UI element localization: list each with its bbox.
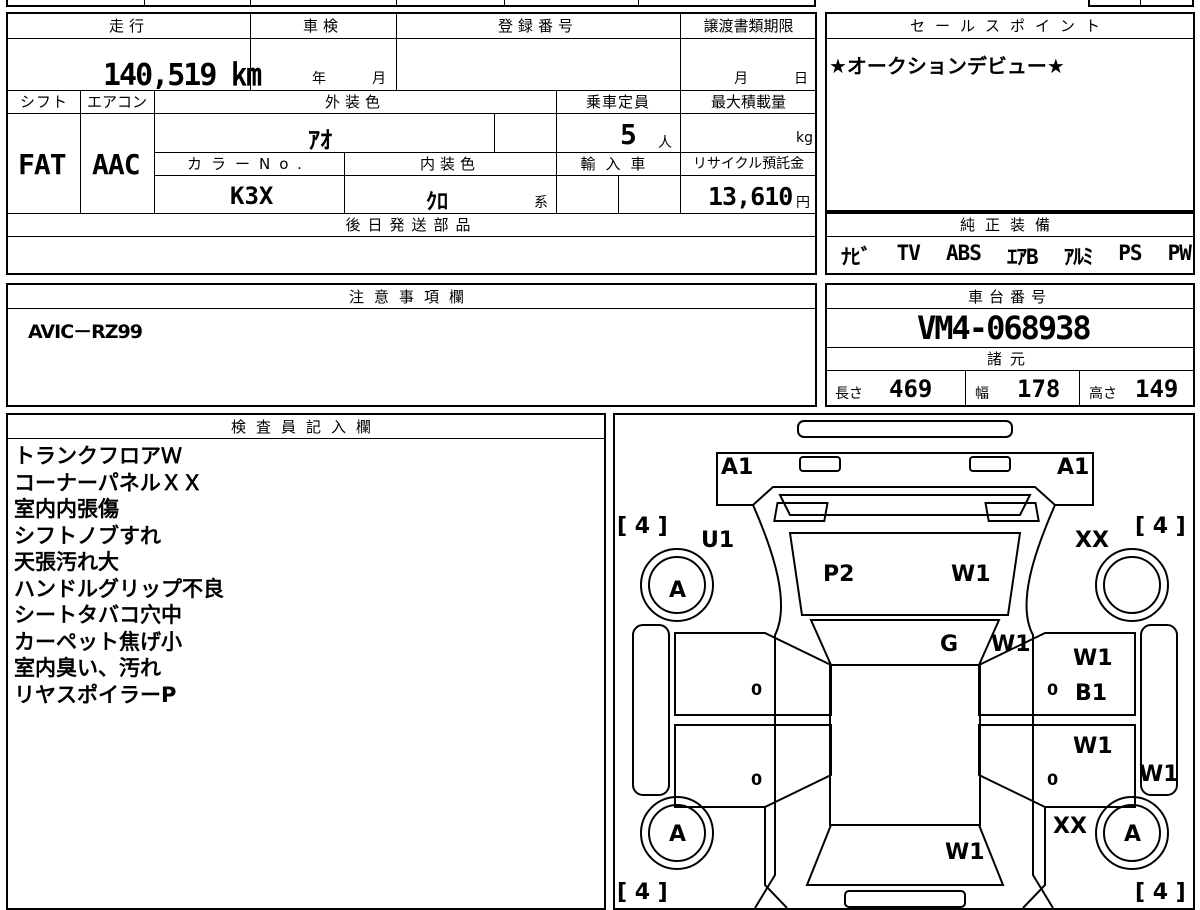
equipment-item: TV <box>896 241 921 265</box>
interior-color-value: ｸﾛ <box>426 190 449 215</box>
capacity-header: 乗車定員 <box>585 93 650 111</box>
max-load-header: 最大積載量 <box>710 93 786 111</box>
sales-point-text: ★オークションデビュー★ <box>829 54 1065 78</box>
mark-u1: U1 <box>701 528 734 553</box>
recycle-value: 13,610 <box>708 182 793 211</box>
mark-tire-tl: A <box>669 578 686 603</box>
inspector-line: 室内臭い、汚れ <box>14 656 161 680</box>
inspection-header: 車検 <box>302 17 343 35</box>
interior-color-suffix: 系 <box>534 195 548 211</box>
sales-point-box: セールスポイント ★オークションデビュー★ <box>825 12 1195 212</box>
mark-tire-br: A <box>1124 822 1141 847</box>
aircon-value: AAC <box>92 148 141 181</box>
equipment-list: ﾅﾋﾞ TV ABS ｴｱB ｱﾙﾐ PS PW <box>841 241 1192 271</box>
shift-header: シフト <box>19 93 68 111</box>
mark-p2: P2 <box>823 562 854 587</box>
width-label: 幅 <box>975 386 989 402</box>
equipment-item: ABS <box>945 241 982 265</box>
notes-header: 注意事項欄 <box>348 288 474 306</box>
interior-color-header: 内装色 <box>419 155 480 173</box>
import-header: 輸入車 <box>580 155 656 173</box>
notes-box: 注意事項欄 AVIC－RZ99 <box>6 283 817 407</box>
inspector-line: ハンドルグリップ不良 <box>14 576 224 601</box>
equipment-header: 純正装備 <box>959 216 1060 234</box>
tire-label-bl: [ 4 ] <box>617 880 668 905</box>
mark-g: G <box>940 632 958 657</box>
door-zero: 0 <box>1047 770 1058 789</box>
deadline-day-unit: 日 <box>794 71 808 87</box>
max-load-unit: kg <box>796 130 813 146</box>
width-value: 178 <box>1017 375 1061 403</box>
top-cut-strip <box>6 0 816 7</box>
mark-a1-right: A1 <box>1057 455 1089 480</box>
shift-value: FAT <box>18 148 67 181</box>
inspector-line: シートタバコ穴中 <box>14 603 182 627</box>
later-parts-header: 後日発送部品 <box>345 216 478 234</box>
inspector-box: 検査員記入欄 トランクフロアＷ コーナーパネルＸＸ 室内内張傷 シフトノブすれ … <box>6 413 606 910</box>
equipment-item: ｴｱB <box>1006 245 1039 269</box>
inspector-line: コーナーパネルＸＸ <box>14 470 203 495</box>
color-no-header: カラーNo. <box>187 155 311 173</box>
capacity-value: 5 <box>620 118 637 151</box>
door-zero: 0 <box>751 770 762 789</box>
equipment-item: ｱﾙﾐ <box>1063 245 1093 269</box>
mileage-header: 走行 <box>108 17 149 35</box>
inspector-line: カーペット焦げ小 <box>14 629 182 654</box>
deadline-month-unit: 月 <box>734 71 748 87</box>
capacity-unit: 人 <box>658 135 672 151</box>
length-value: 469 <box>889 375 933 403</box>
length-label: 長さ <box>835 386 863 402</box>
aircon-header: エアコン <box>86 93 147 111</box>
recycle-header: リサイクル預託金 <box>692 156 805 172</box>
tire-label-tr: [ 4 ] <box>1135 514 1186 539</box>
mark-w1-bottom: W1 <box>945 840 985 865</box>
equipment-item: PW <box>1167 241 1192 265</box>
mark-xx-bottom: XX <box>1053 814 1087 839</box>
mark-w1-right-door2: W1 <box>1073 734 1113 759</box>
height-value: 149 <box>1135 375 1179 403</box>
tire-label-tl: [ 4 ] <box>617 514 668 539</box>
door-zero: 0 <box>751 680 762 699</box>
inspection-month-unit: 月 <box>372 71 386 87</box>
mileage-value: 140,519 ㎞ <box>103 58 261 93</box>
mark-w1-right-door1: W1 <box>1073 646 1113 671</box>
notes-text: AVIC－RZ99 <box>28 321 143 343</box>
exterior-color-header: 外装色 <box>324 93 385 111</box>
equipment-box: 純正装備 ﾅﾋﾞ TV ABS ｴｱB ｱﾙﾐ PS PW <box>825 212 1195 275</box>
car-diagram: [ 4 ] [ 4 ] [ 4 ] [ 4 ] 0 0 0 0 A1 A1 U1… <box>617 420 1186 908</box>
mark-w1-roof: W1 <box>951 562 991 587</box>
recycle-unit: 円 <box>796 195 810 211</box>
mark-a1-left: A1 <box>721 455 753 480</box>
tire-label-br: [ 4 ] <box>1135 880 1186 905</box>
exterior-color-value: ｱｵ <box>308 126 332 154</box>
chassis-header: 車台番号 <box>967 288 1052 306</box>
mark-w1-windshield: W1 <box>991 632 1031 657</box>
mark-tire-bl: A <box>669 822 686 847</box>
specs-header: 諸元 <box>986 350 1033 368</box>
inspector-header: 検査員記入欄 <box>230 418 381 436</box>
chassis-box: 車台番号 VM4-068938 諸元 長さ 469 幅 178 高さ 149 <box>825 283 1195 407</box>
color-no-value: K3X <box>230 182 274 210</box>
transfer-deadline-header: 譲渡書類期限 <box>703 17 794 35</box>
inspector-line: 室内内張傷 <box>14 497 119 521</box>
equipment-item: ﾅﾋﾞ <box>841 245 871 269</box>
mark-b1: B1 <box>1075 681 1107 706</box>
inspection-year-unit: 年 <box>312 71 326 87</box>
sales-point-header: セールスポイント <box>909 17 1110 35</box>
main-info-table: 走行 車検 登録番号 譲渡書類期限 140,519 ㎞ 年 月 月 日 シフト … <box>6 12 817 275</box>
mark-xx-top: XX <box>1075 528 1109 553</box>
chassis-number: VM4-068938 <box>917 309 1092 347</box>
inspector-line: トランクフロアＷ <box>14 444 182 468</box>
inspector-line: シフトノブすれ <box>14 523 161 548</box>
height-label: 高さ <box>1089 386 1117 402</box>
mark-w1-side: W1 <box>1139 762 1179 787</box>
inspector-line: 天張汚れ大 <box>14 550 119 574</box>
registration-header: 登録番号 <box>497 17 578 35</box>
car-diagram-box: [ 4 ] [ 4 ] [ 4 ] [ 4 ] 0 0 0 0 A1 A1 U1… <box>613 413 1195 910</box>
top-cut-strip-right <box>1088 0 1194 7</box>
door-zero: 0 <box>1047 680 1058 699</box>
inspector-line: リヤスポイラーP <box>14 682 177 707</box>
equipment-item: PS <box>1118 241 1142 265</box>
inspector-lines: トランクフロアＷ コーナーパネルＸＸ 室内内張傷 シフトノブすれ 天張汚れ大 ハ… <box>14 443 224 708</box>
